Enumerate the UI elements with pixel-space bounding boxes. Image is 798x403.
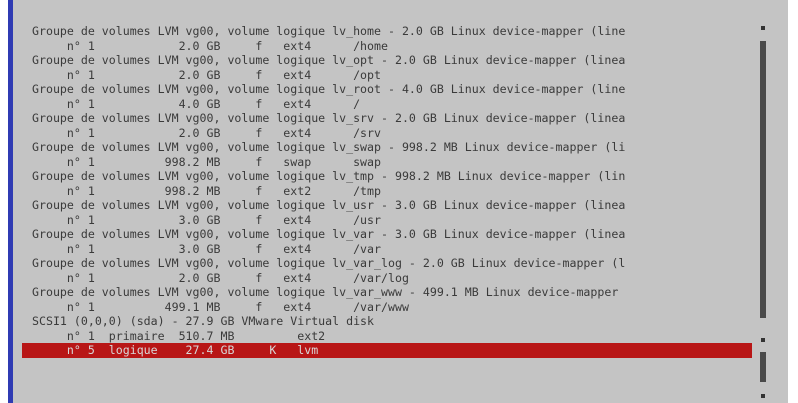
partition-list-row[interactable]: n° 1 2.0 GB f ext4 /home <box>22 39 752 54</box>
partition-list-row[interactable]: n° 1 499.1 MB f ext4 /var/www <box>22 300 752 315</box>
scrollbar-lower-segment[interactable] <box>760 352 766 382</box>
partition-list-row[interactable]: Groupe de volumes LVM vg00, volume logiq… <box>22 24 752 39</box>
partition-list-row[interactable]: n° 1 2.0 GB f ext4 /var/log <box>22 271 752 286</box>
partition-list-row[interactable]: n° 1 2.0 GB f ext4 /srv <box>22 126 752 141</box>
partition-list-row[interactable]: Groupe de volumes LVM vg00, volume logiq… <box>22 169 752 184</box>
right-margin <box>788 0 798 403</box>
scroll-position-marker <box>761 338 765 342</box>
partition-list-row[interactable]: n° 1 3.0 GB f ext4 /usr <box>22 213 752 228</box>
partition-list-row[interactable]: n° 1 4.0 GB f ext4 / <box>22 97 752 112</box>
partition-list-row[interactable]: n° 1 998.2 MB f ext2 /tmp <box>22 184 752 199</box>
partition-list-row[interactable]: n° 1 3.0 GB f ext4 /var <box>22 242 752 257</box>
scrollbar-thumb[interactable] <box>760 41 766 319</box>
partition-list-row[interactable]: Groupe de volumes LVM vg00, volume logiq… <box>22 198 752 213</box>
partition-list-row[interactable]: n° 1 primaire 510.7 MB ext2 <box>22 329 752 344</box>
partition-list-row[interactable]: n° 1 998.2 MB f swap swap <box>22 155 752 170</box>
scroll-up-indicator[interactable] <box>761 26 765 30</box>
partition-list-row[interactable]: Groupe de volumes LVM vg00, volume logiq… <box>22 256 752 271</box>
partition-list[interactable]: Groupe de volumes LVM vg00, volume logiq… <box>22 24 752 400</box>
scroll-down-indicator[interactable] <box>761 394 765 398</box>
partition-list-row[interactable]: Groupe de volumes LVM vg00, volume logiq… <box>22 53 752 68</box>
partition-list-row-selected[interactable]: n° 5 logique 27.4 GB K lvm <box>22 343 752 358</box>
partition-list-row[interactable]: Groupe de volumes LVM vg00, volume logiq… <box>22 82 752 97</box>
partition-list-row[interactable]: Groupe de volumes LVM vg00, volume logiq… <box>22 285 752 300</box>
partition-list-row[interactable]: Groupe de volumes LVM vg00, volume logiq… <box>22 111 752 126</box>
partition-list-row[interactable]: SCSI1 (0,0,0) (sda) - 27.9 GB VMware Vir… <box>22 314 752 329</box>
partition-list-row[interactable]: n° 1 2.0 GB f ext4 /opt <box>22 68 752 83</box>
scrollbar[interactable] <box>760 26 766 398</box>
partition-list-row[interactable]: Groupe de volumes LVM vg00, volume logiq… <box>22 140 752 155</box>
partition-list-row[interactable]: Groupe de volumes LVM vg00, volume logiq… <box>22 227 752 242</box>
